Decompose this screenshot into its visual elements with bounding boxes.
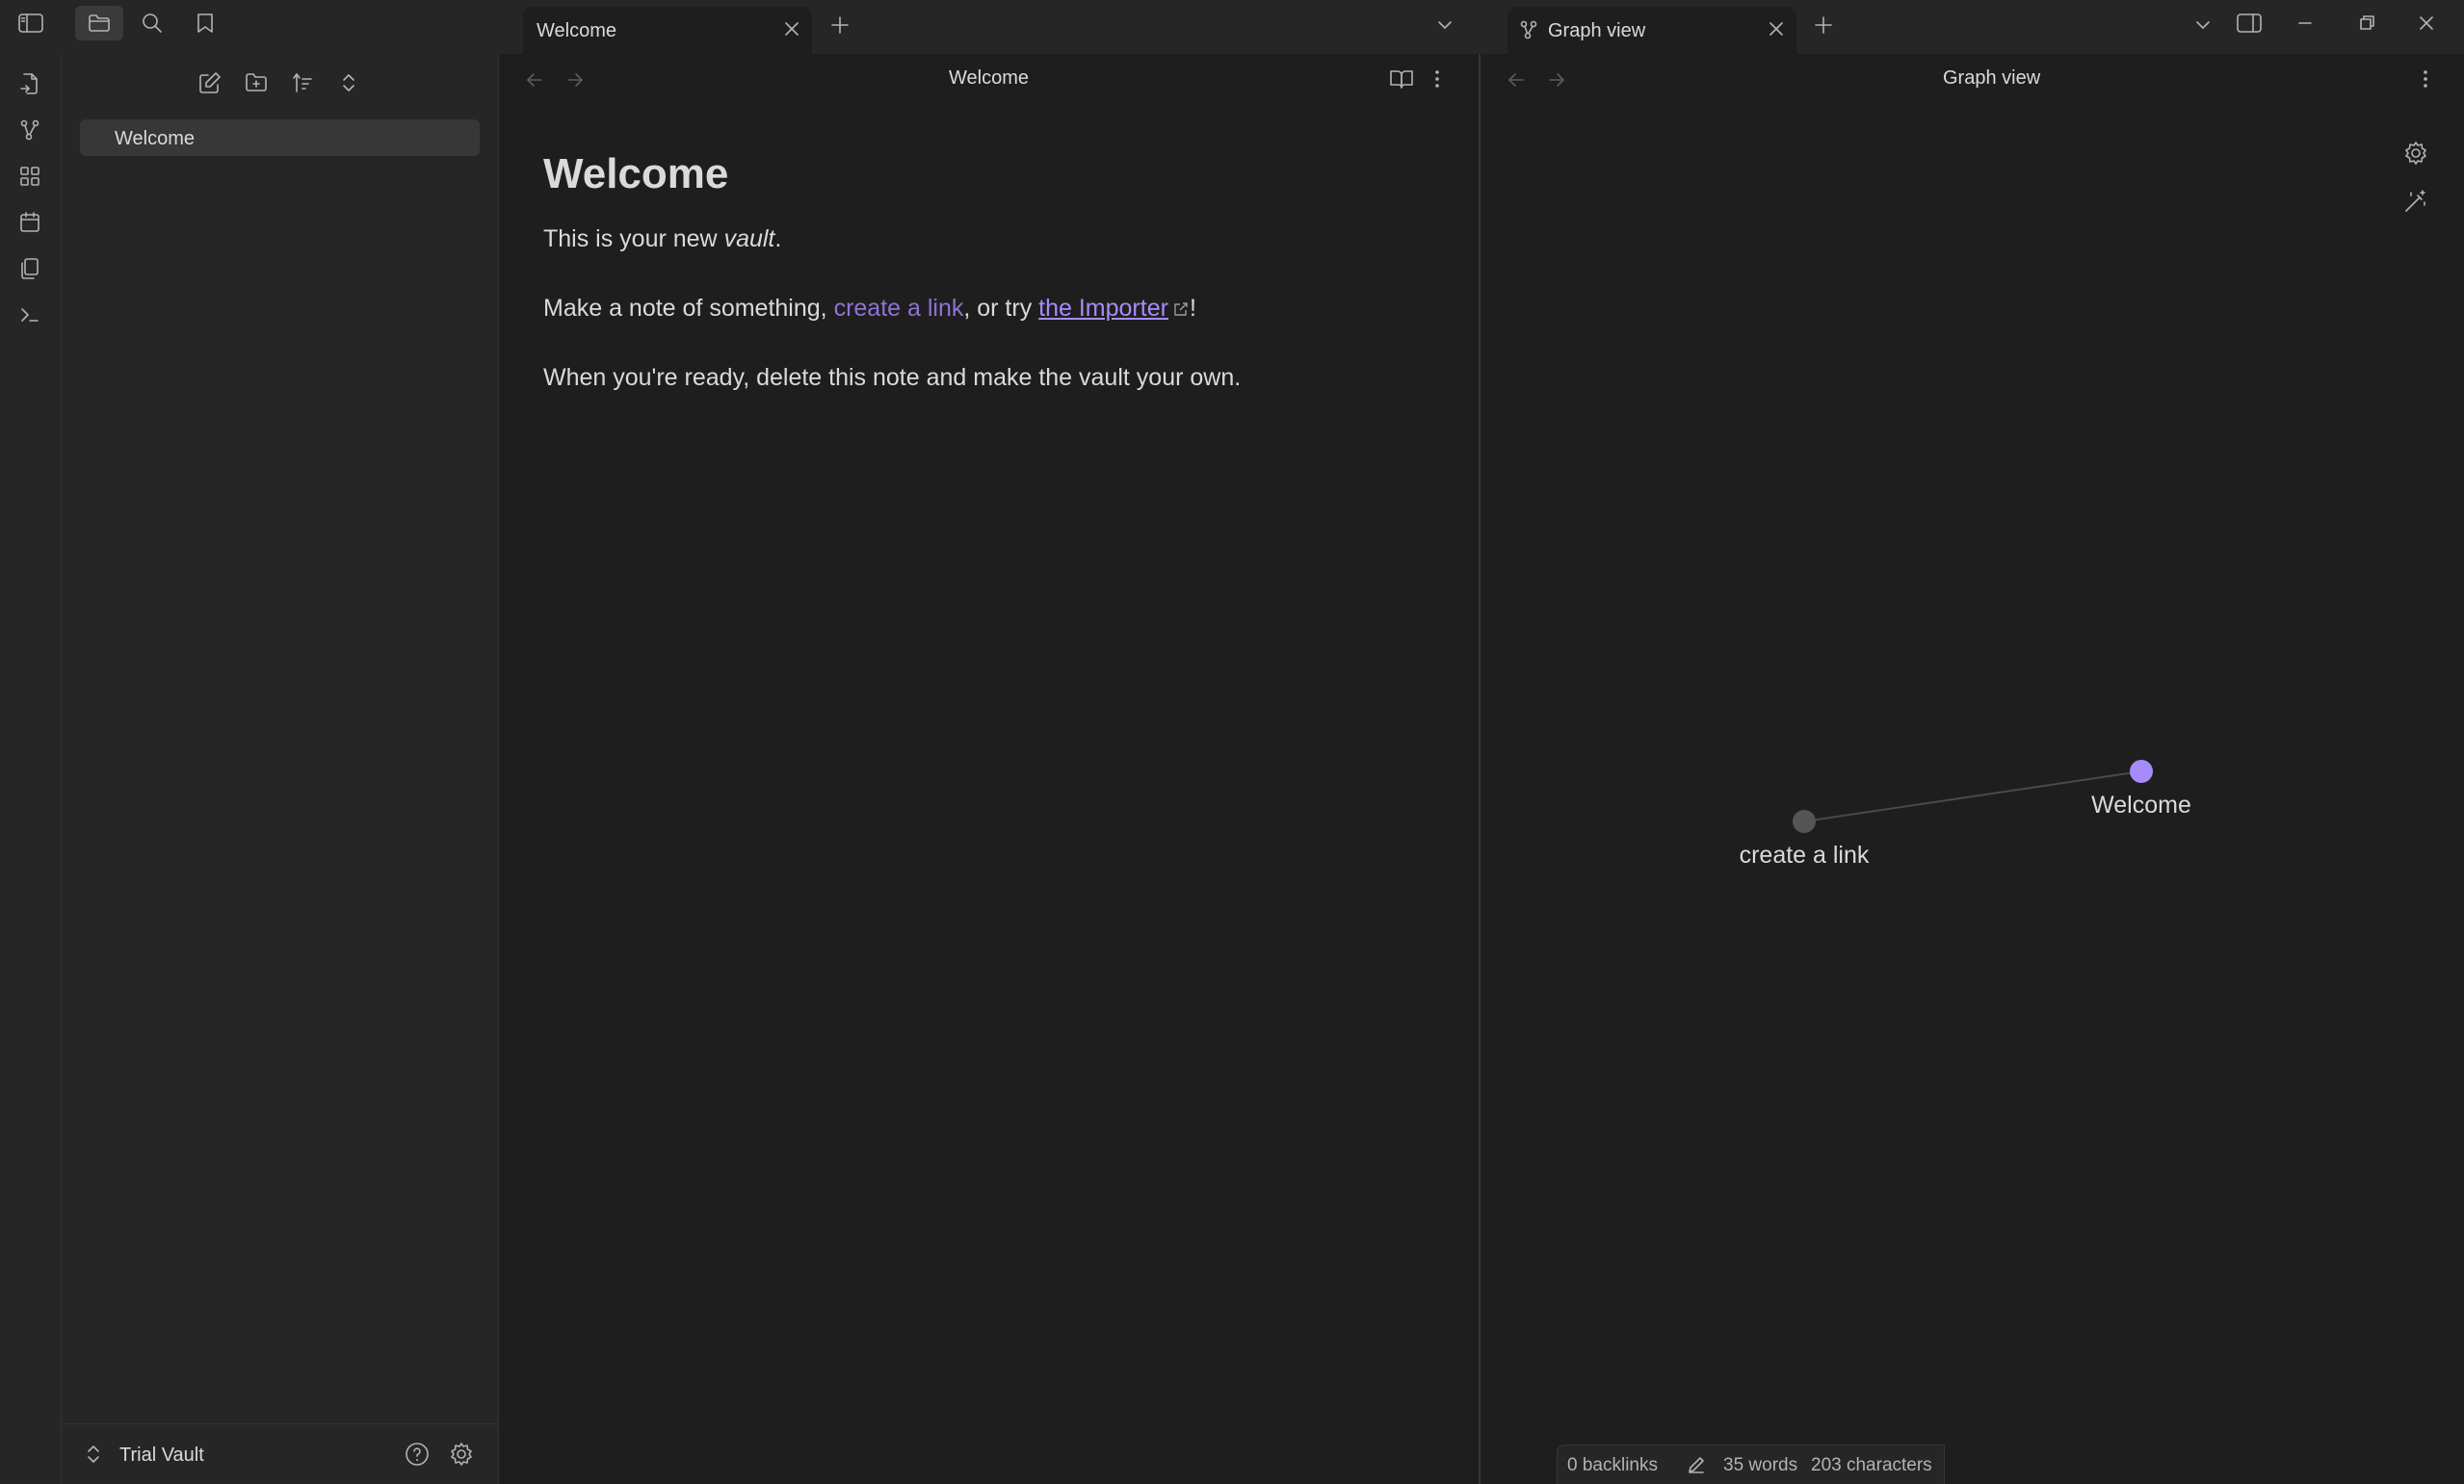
daily-note-icon[interactable]	[13, 206, 46, 239]
graph-node-welcome[interactable]	[2130, 760, 2153, 783]
tab-title: Graph view	[1548, 20, 1646, 41]
tab-welcome[interactable]: Welcome	[523, 7, 812, 54]
paragraph-3: When you're ready, delete this note and …	[543, 364, 1242, 391]
open-quick-switcher-icon[interactable]	[13, 67, 46, 100]
graph-icon	[1519, 20, 1538, 39]
edit-pencil-icon[interactable]	[1687, 1455, 1706, 1474]
graph-node-label: create a link	[1740, 842, 1870, 869]
close-window-icon[interactable]	[2405, 6, 2448, 40]
chevron-down-icon[interactable]	[1424, 8, 1466, 42]
close-icon[interactable]	[781, 18, 802, 39]
text: .	[774, 225, 782, 252]
graph-canvas[interactable]: Welcome create a link	[1482, 54, 2464, 1441]
character-count: 203 characters	[1811, 1455, 1932, 1475]
graph-tab-bar: Graph view	[1481, 0, 2464, 54]
more-options-icon[interactable]	[1431, 67, 1443, 91]
folder-icon[interactable]	[75, 6, 123, 40]
text: Make a note of something,	[543, 295, 834, 322]
view-header-title[interactable]: Welcome	[949, 67, 1029, 90]
help-icon[interactable]	[405, 1442, 430, 1467]
new-note-icon[interactable]	[193, 67, 227, 98]
editor-pane: Welcome Welcome This is your new vault. …	[499, 54, 1481, 1484]
editor-tab-bar: Welcome	[499, 0, 1481, 54]
word-count: 35 words	[1723, 1455, 1798, 1475]
status-bar: 0 backlinks 35 words 203 characters	[1557, 1445, 1945, 1484]
emphasis: vault	[723, 225, 775, 252]
new-folder-icon[interactable]	[239, 67, 274, 98]
minimize-icon[interactable]	[2284, 6, 2326, 40]
external-link-icon	[1172, 300, 1190, 318]
paragraph-1: This is your new vault.	[543, 221, 1410, 256]
note-content[interactable]: Welcome This is your new vault. Make a n…	[543, 150, 1410, 430]
text: , or try	[963, 295, 1039, 322]
graph-node-label: Welcome	[2091, 792, 2191, 819]
internal-link[interactable]: create a link	[834, 295, 964, 322]
search-icon[interactable]	[131, 6, 173, 40]
vault-switcher-icon[interactable]	[85, 1444, 102, 1465]
sidebar-right-icon[interactable]	[2228, 6, 2270, 40]
reading-mode-icon[interactable]	[1389, 67, 1414, 91]
templates-icon[interactable]	[13, 252, 46, 285]
new-tab-icon[interactable]	[819, 8, 861, 42]
file-item-welcome[interactable]: Welcome	[80, 119, 480, 156]
sort-icon[interactable]	[285, 67, 320, 98]
backlinks-count[interactable]: 0 backlinks	[1567, 1455, 1658, 1476]
chevron-down-icon[interactable]	[2182, 8, 2224, 42]
expand-collapse-icon[interactable]	[331, 67, 366, 98]
text: !	[1189, 295, 1196, 322]
bookmark-icon[interactable]	[184, 6, 226, 40]
text: This is your new	[543, 225, 724, 252]
note-title: Welcome	[543, 150, 729, 197]
command-palette-icon[interactable]	[13, 299, 46, 331]
file-name: Welcome	[115, 128, 195, 149]
restore-icon[interactable]	[2346, 6, 2388, 40]
paragraph-2: Make a note of something, create a link,…	[543, 291, 1410, 325]
back-arrow-icon[interactable]	[524, 69, 545, 91]
tab-title: Welcome	[537, 20, 616, 41]
graph-node-create-a-link[interactable]	[1793, 810, 1816, 833]
graph-icon[interactable]	[13, 114, 46, 146]
gear-icon[interactable]	[449, 1442, 474, 1467]
close-icon[interactable]	[1766, 18, 1787, 39]
external-link[interactable]: the Importer	[1038, 295, 1168, 322]
vault-name[interactable]: Trial Vault	[119, 1445, 204, 1467]
forward-arrow-icon[interactable]	[564, 69, 586, 91]
file-explorer: Welcome Trial Vault	[62, 54, 499, 1484]
top-left-toolbar	[0, 0, 499, 54]
graph-pane: Graph view Welcome create a link	[1482, 54, 2464, 1484]
sidebar-toggle-icon[interactable]	[10, 6, 52, 40]
ribbon	[0, 54, 62, 1484]
canvas-icon[interactable]	[13, 160, 46, 193]
new-tab-icon[interactable]	[1802, 8, 1845, 42]
tab-graph-view[interactable]: Graph view	[1507, 7, 1796, 54]
vault-footer: Trial Vault	[62, 1423, 498, 1484]
